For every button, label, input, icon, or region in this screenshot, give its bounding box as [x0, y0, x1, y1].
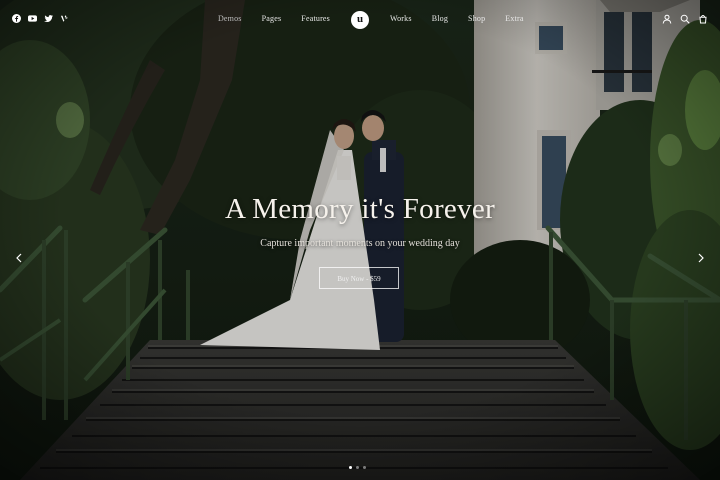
- hero-subtitle: Capture important moments on your weddin…: [260, 238, 460, 249]
- search-icon[interactable]: [680, 14, 690, 24]
- chevron-right-icon[interactable]: [697, 253, 705, 263]
- vine-icon[interactable]: [60, 14, 69, 23]
- youtube-icon[interactable]: [28, 14, 37, 23]
- cart-icon[interactable]: [698, 14, 708, 24]
- nav-item-blog[interactable]: Blog: [432, 14, 448, 23]
- nav-item-demos[interactable]: Demos: [218, 14, 242, 23]
- nav-item-features[interactable]: Features: [301, 14, 330, 23]
- nav-item-extra[interactable]: Extra: [505, 14, 523, 23]
- slider-pagination: [349, 466, 366, 469]
- twitter-icon[interactable]: [44, 14, 53, 23]
- nav-item-pages[interactable]: Pages: [262, 14, 282, 23]
- facebook-icon[interactable]: [12, 14, 21, 23]
- slide-dot-2[interactable]: [356, 466, 359, 469]
- chevron-left-icon[interactable]: [15, 253, 23, 263]
- nav-item-shop[interactable]: Shop: [468, 14, 485, 23]
- user-icon[interactable]: [662, 14, 672, 24]
- nav-item-works[interactable]: Works: [390, 14, 412, 23]
- social-links: [12, 14, 69, 23]
- site-logo[interactable]: u: [351, 11, 369, 29]
- buy-now-button[interactable]: Buy Now - $59: [319, 267, 399, 289]
- hero-title: A Memory it's Forever: [224, 193, 496, 225]
- header-actions: [662, 14, 708, 24]
- slide-dot-1[interactable]: [349, 466, 352, 469]
- primary-nav-left: Demos Pages Features: [218, 14, 330, 23]
- hero-slider: Demos Pages Features u Works Blog Shop E…: [0, 0, 720, 480]
- primary-nav-right: Works Blog Shop Extra: [390, 14, 524, 23]
- site-header: Demos Pages Features u Works Blog Shop E…: [0, 0, 720, 40]
- slide-dot-3[interactable]: [363, 466, 366, 469]
